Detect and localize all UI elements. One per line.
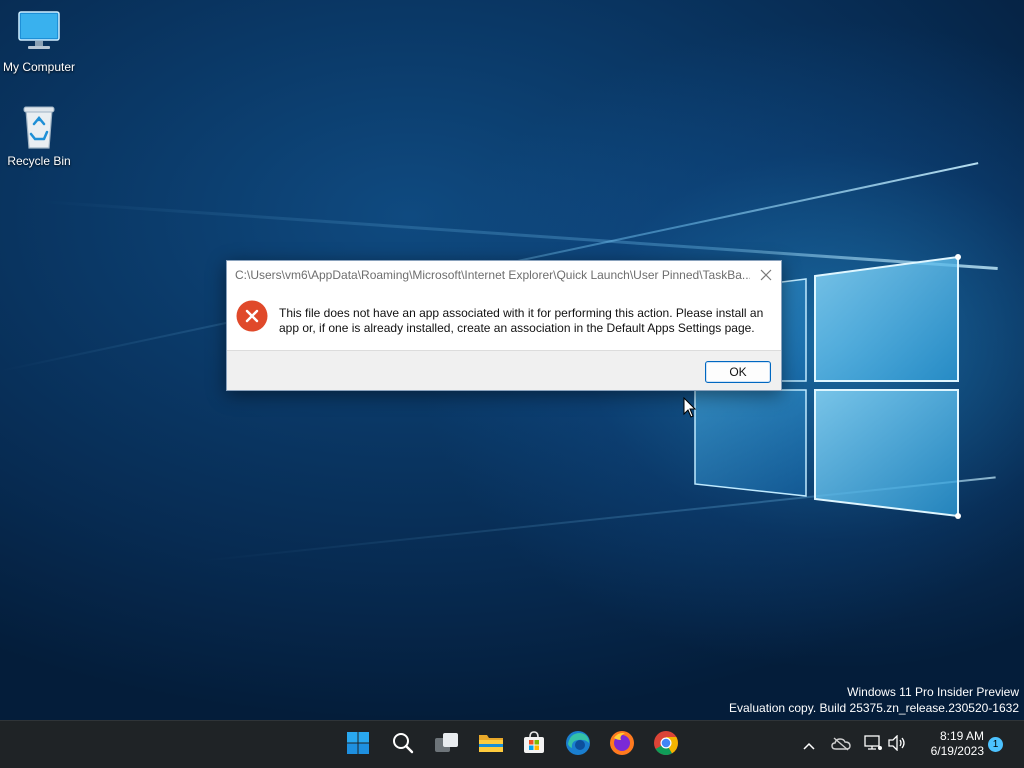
- monitor-icon: [16, 10, 62, 56]
- windows-logo-icon: [346, 731, 370, 759]
- onedrive-button[interactable]: [830, 733, 852, 757]
- task-view-button[interactable]: [429, 727, 465, 763]
- start-button[interactable]: [340, 727, 376, 763]
- task-view-icon: [434, 731, 460, 759]
- notification-badge[interactable]: 1: [988, 737, 1003, 752]
- show-hidden-icons-button[interactable]: [799, 733, 819, 757]
- watermark-line-2: Evaluation copy. Build 25375.zn_release.…: [729, 701, 1019, 715]
- error-icon: [236, 300, 268, 332]
- error-dialog: C:\Users\vm6\AppData\Roaming\Microsoft\I…: [226, 260, 782, 391]
- clock-time: 8:19 AM: [939, 729, 984, 743]
- edge-icon: [565, 730, 591, 760]
- chrome-button[interactable]: [648, 727, 684, 763]
- cloud-off-icon: [831, 736, 851, 755]
- taskbar-clock[interactable]: 8:19 AM 6/19/2023: [916, 729, 984, 759]
- desktop-icon-label: My Computer: [2, 60, 76, 74]
- folder-icon: [478, 731, 504, 759]
- dialog-close-button[interactable]: [751, 261, 781, 289]
- store-icon: [522, 731, 546, 759]
- chrome-icon: [653, 730, 679, 760]
- watermark-line-1: Windows 11 Pro Insider Preview: [847, 685, 1019, 699]
- volume-icon: [887, 734, 907, 755]
- ok-button[interactable]: OK: [705, 361, 771, 383]
- close-icon: [760, 266, 772, 285]
- firefox-button[interactable]: [604, 727, 640, 763]
- dialog-body: This file does not have an app associate…: [227, 289, 781, 349]
- mouse-cursor-icon: [683, 396, 697, 423]
- search-button[interactable]: [385, 727, 421, 763]
- taskbar: 8:19 AM 6/19/2023 1: [0, 720, 1024, 768]
- dialog-message: This file does not have an app associate…: [279, 306, 764, 335]
- dialog-footer: OK: [227, 350, 781, 390]
- desktop-icon-my-computer[interactable]: My Computer: [0, 10, 78, 74]
- file-explorer-button[interactable]: [473, 727, 509, 763]
- search-icon: [391, 731, 415, 759]
- network-icon: [863, 735, 883, 755]
- chevron-up-icon: [802, 736, 816, 755]
- dialog-title: C:\Users\vm6\AppData\Roaming\Microsoft\I…: [235, 268, 750, 282]
- evaluation-watermark: Windows 11 Pro Insider Preview Evaluatio…: [729, 684, 1019, 716]
- clock-date: 6/19/2023: [930, 744, 984, 758]
- firefox-icon: [609, 730, 635, 760]
- microsoft-store-button[interactable]: [516, 727, 552, 763]
- network-button[interactable]: [862, 733, 884, 757]
- volume-button[interactable]: [886, 733, 908, 757]
- recycle-bin-icon: [16, 104, 62, 150]
- desktop-icon-recycle-bin[interactable]: Recycle Bin: [0, 104, 78, 168]
- edge-button[interactable]: [560, 727, 596, 763]
- desktop-icon-label: Recycle Bin: [7, 154, 71, 168]
